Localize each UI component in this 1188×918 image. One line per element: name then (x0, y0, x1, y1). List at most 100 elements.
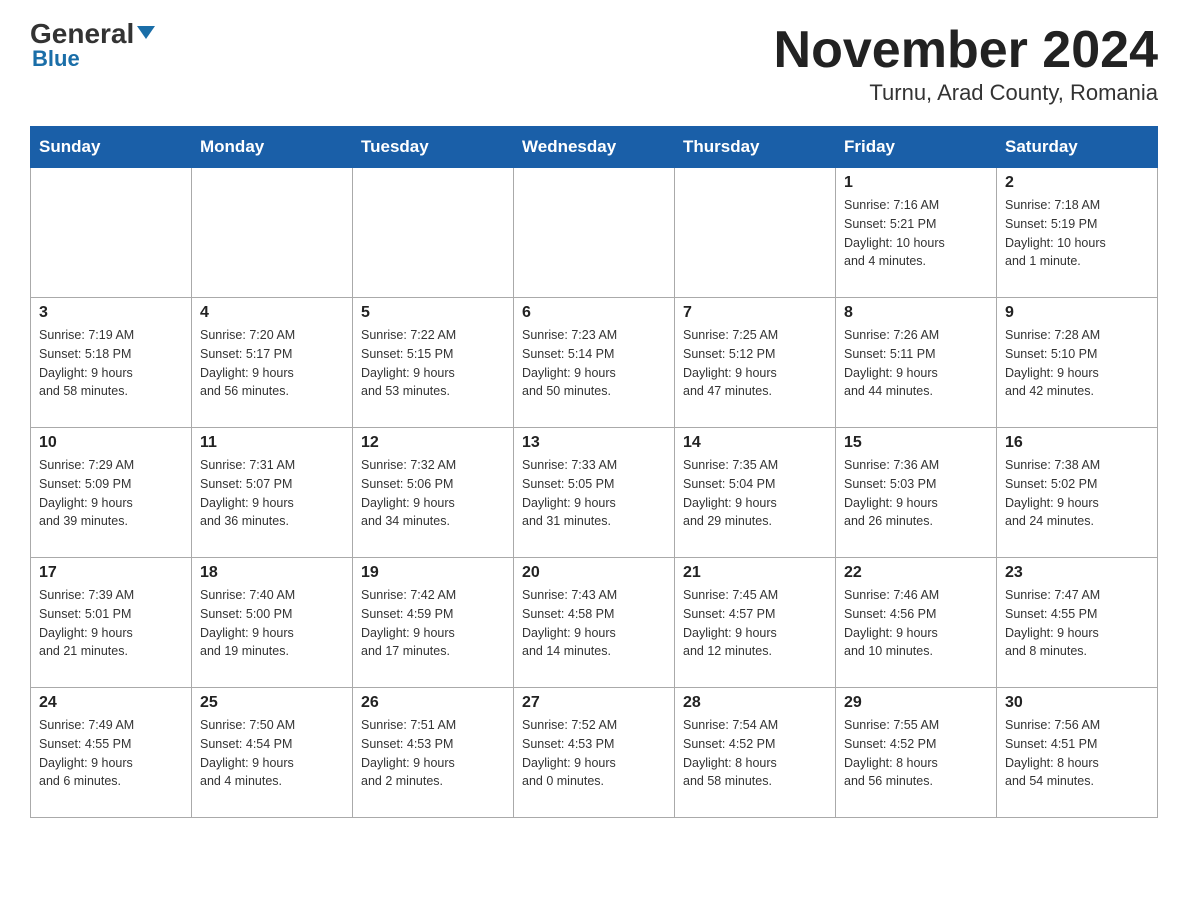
day-number: 25 (200, 694, 344, 712)
day-info: Sunrise: 7:35 AM Sunset: 5:04 PM Dayligh… (683, 456, 827, 531)
calendar-cell (514, 168, 675, 298)
calendar-header-row: SundayMondayTuesdayWednesdayThursdayFrid… (31, 127, 1158, 168)
calendar-cell: 9 Sunrise: 7:28 AM Sunset: 5:10 PM Daylig… (997, 298, 1158, 428)
calendar-cell: 3Sunrise: 7:19 AM Sunset: 5:18 PM Daylig… (31, 298, 192, 428)
calendar-cell: 4 Sunrise: 7:20 AM Sunset: 5:17 PM Daylig… (192, 298, 353, 428)
day-number: 19 (361, 564, 505, 582)
day-info: Sunrise: 7:16 AM Sunset: 5:21 PM Dayligh… (844, 196, 988, 271)
day-info: Sunrise: 7:20 AM Sunset: 5:17 PM Dayligh… (200, 326, 344, 401)
calendar-week-3: 10 Sunrise: 7:29 AM Sunset: 5:09 PM Dayli… (31, 428, 1158, 558)
calendar-cell (192, 168, 353, 298)
day-info: Sunrise: 7:18 AM Sunset: 5:19 PM Dayligh… (1005, 196, 1149, 271)
calendar-cell: 28Sunrise: 7:54 AM Sunset: 4:52 PM Dayli… (675, 688, 836, 818)
day-number: 5 (361, 304, 505, 322)
day-info: Sunrise: 7:33 AM Sunset: 5:05 PM Dayligh… (522, 456, 666, 531)
calendar-col-thursday: Thursday (675, 127, 836, 168)
calendar-cell: 19Sunrise: 7:42 AM Sunset: 4:59 PM Dayli… (353, 558, 514, 688)
day-info: Sunrise: 7:49 AM Sunset: 4:55 PM Dayligh… (39, 716, 183, 791)
day-number: 20 (522, 564, 666, 582)
calendar-table: SundayMondayTuesdayWednesdayThursdayFrid… (30, 126, 1158, 818)
calendar-week-4: 17 Sunrise: 7:39 AM Sunset: 5:01 PM Dayli… (31, 558, 1158, 688)
day-number: 26 (361, 694, 505, 712)
calendar-col-sunday: Sunday (31, 127, 192, 168)
calendar-cell: 14 Sunrise: 7:35 AM Sunset: 5:04 PM Dayli… (675, 428, 836, 558)
day-number: 13 (522, 434, 666, 452)
calendar-cell: 11 Sunrise: 7:31 AM Sunset: 5:07 PM Dayli… (192, 428, 353, 558)
day-number: 1 (844, 174, 988, 192)
day-number: 14 (683, 434, 827, 452)
logo-blue: Blue (32, 46, 80, 72)
day-number: 23 (1005, 564, 1149, 582)
calendar-cell: 12 Sunrise: 7:32 AM Sunset: 5:06 PM Dayli… (353, 428, 514, 558)
day-number: 18 (200, 564, 344, 582)
day-info: Sunrise: 7:25 AM Sunset: 5:12 PM Dayligh… (683, 326, 827, 401)
day-number: 11 (200, 434, 344, 452)
day-number: 4 (200, 304, 344, 322)
calendar-cell: 6Sunrise: 7:23 AM Sunset: 5:14 PM Daylig… (514, 298, 675, 428)
day-info: Sunrise: 7:46 AM Sunset: 4:56 PM Dayligh… (844, 586, 988, 661)
day-number: 7 (683, 304, 827, 322)
day-info: Sunrise: 7:26 AM Sunset: 5:11 PM Dayligh… (844, 326, 988, 401)
calendar-cell: 30Sunrise: 7:56 AM Sunset: 4:51 PM Dayli… (997, 688, 1158, 818)
day-info: Sunrise: 7:36 AM Sunset: 5:03 PM Dayligh… (844, 456, 988, 531)
day-number: 21 (683, 564, 827, 582)
day-number: 10 (39, 434, 183, 452)
day-number: 24 (39, 694, 183, 712)
calendar-cell: 23 Sunrise: 7:47 AM Sunset: 4:55 PM Dayli… (997, 558, 1158, 688)
day-info: Sunrise: 7:31 AM Sunset: 5:07 PM Dayligh… (200, 456, 344, 531)
day-info: Sunrise: 7:52 AM Sunset: 4:53 PM Dayligh… (522, 716, 666, 791)
day-number: 3 (39, 304, 183, 322)
calendar-cell: 13 Sunrise: 7:33 AM Sunset: 5:05 PM Dayli… (514, 428, 675, 558)
day-info: Sunrise: 7:50 AM Sunset: 4:54 PM Dayligh… (200, 716, 344, 791)
day-info: Sunrise: 7:29 AM Sunset: 5:09 PM Dayligh… (39, 456, 183, 531)
day-info: Sunrise: 7:28 AM Sunset: 5:10 PM Dayligh… (1005, 326, 1149, 401)
calendar-cell: 10 Sunrise: 7:29 AM Sunset: 5:09 PM Dayli… (31, 428, 192, 558)
page-title: November 2024 (774, 20, 1158, 80)
logo: General Blue (30, 20, 155, 72)
day-info: Sunrise: 7:39 AM Sunset: 5:01 PM Dayligh… (39, 586, 183, 661)
calendar-col-monday: Monday (192, 127, 353, 168)
calendar-week-5: 24 Sunrise: 7:49 AM Sunset: 4:55 PM Dayli… (31, 688, 1158, 818)
calendar-col-friday: Friday (836, 127, 997, 168)
day-number: 16 (1005, 434, 1149, 452)
calendar-cell: 17 Sunrise: 7:39 AM Sunset: 5:01 PM Dayli… (31, 558, 192, 688)
day-info: Sunrise: 7:32 AM Sunset: 5:06 PM Dayligh… (361, 456, 505, 531)
day-info: Sunrise: 7:51 AM Sunset: 4:53 PM Dayligh… (361, 716, 505, 791)
calendar-cell: 7 Sunrise: 7:25 AM Sunset: 5:12 PM Daylig… (675, 298, 836, 428)
day-info: Sunrise: 7:40 AM Sunset: 5:00 PM Dayligh… (200, 586, 344, 661)
calendar-cell: 24 Sunrise: 7:49 AM Sunset: 4:55 PM Dayli… (31, 688, 192, 818)
calendar-cell: 25 Sunrise: 7:50 AM Sunset: 4:54 PM Dayli… (192, 688, 353, 818)
calendar-cell: 16 Sunrise: 7:38 AM Sunset: 5:02 PM Dayli… (997, 428, 1158, 558)
calendar-week-2: 3Sunrise: 7:19 AM Sunset: 5:18 PM Daylig… (31, 298, 1158, 428)
day-info: Sunrise: 7:54 AM Sunset: 4:52 PM Dayligh… (683, 716, 827, 791)
page-subtitle: Turnu, Arad County, Romania (774, 80, 1158, 106)
day-number: 29 (844, 694, 988, 712)
calendar-cell: 8Sunrise: 7:26 AM Sunset: 5:11 PM Daylig… (836, 298, 997, 428)
calendar-cell: 26 Sunrise: 7:51 AM Sunset: 4:53 PM Dayli… (353, 688, 514, 818)
calendar-cell (31, 168, 192, 298)
calendar-col-saturday: Saturday (997, 127, 1158, 168)
calendar-col-tuesday: Tuesday (353, 127, 514, 168)
calendar-cell: 1 Sunrise: 7:16 AM Sunset: 5:21 PM Daylig… (836, 168, 997, 298)
calendar-cell: 22Sunrise: 7:46 AM Sunset: 4:56 PM Dayli… (836, 558, 997, 688)
day-number: 9 (1005, 304, 1149, 322)
day-number: 12 (361, 434, 505, 452)
title-block: November 2024 Turnu, Arad County, Romani… (774, 20, 1158, 106)
day-info: Sunrise: 7:55 AM Sunset: 4:52 PM Dayligh… (844, 716, 988, 791)
logo-general: General (30, 20, 155, 48)
calendar-cell (353, 168, 514, 298)
day-info: Sunrise: 7:43 AM Sunset: 4:58 PM Dayligh… (522, 586, 666, 661)
calendar-cell: 20 Sunrise: 7:43 AM Sunset: 4:58 PM Dayli… (514, 558, 675, 688)
day-info: Sunrise: 7:45 AM Sunset: 4:57 PM Dayligh… (683, 586, 827, 661)
day-info: Sunrise: 7:22 AM Sunset: 5:15 PM Dayligh… (361, 326, 505, 401)
day-number: 27 (522, 694, 666, 712)
calendar-week-1: 1 Sunrise: 7:16 AM Sunset: 5:21 PM Daylig… (31, 168, 1158, 298)
day-number: 6 (522, 304, 666, 322)
day-info: Sunrise: 7:47 AM Sunset: 4:55 PM Dayligh… (1005, 586, 1149, 661)
day-number: 17 (39, 564, 183, 582)
day-number: 15 (844, 434, 988, 452)
calendar-cell (675, 168, 836, 298)
calendar-cell: 27 Sunrise: 7:52 AM Sunset: 4:53 PM Dayli… (514, 688, 675, 818)
calendar-cell: 29 Sunrise: 7:55 AM Sunset: 4:52 PM Dayli… (836, 688, 997, 818)
day-info: Sunrise: 7:38 AM Sunset: 5:02 PM Dayligh… (1005, 456, 1149, 531)
